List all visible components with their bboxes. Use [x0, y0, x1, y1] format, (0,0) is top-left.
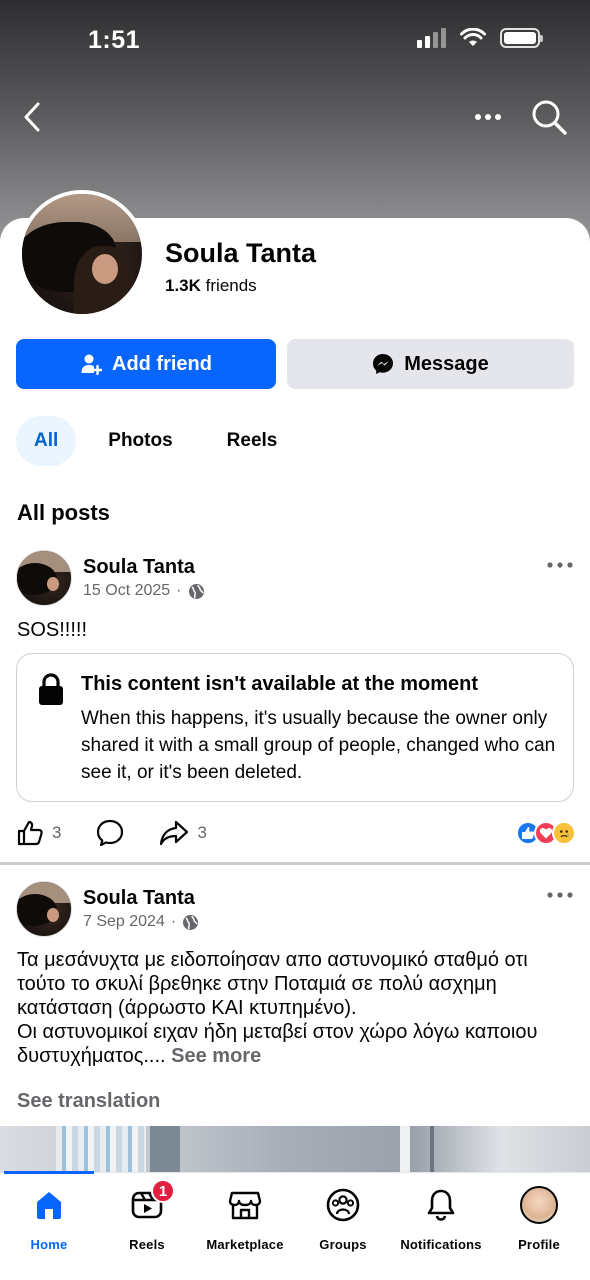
post-divider [0, 862, 590, 865]
like-icon [17, 820, 43, 846]
lock-icon [39, 673, 63, 705]
post-actions: 3 3 [16, 815, 576, 851]
see-more-link[interactable]: See more [171, 1045, 261, 1067]
marketplace-icon [228, 1191, 262, 1220]
add-friend-label: Add friend [112, 352, 212, 375]
status-time: 1:51 [88, 26, 141, 54]
comment-button[interactable] [95, 818, 125, 848]
more-horizontal-icon [475, 114, 501, 120]
add-friend-button[interactable]: Add friend [16, 339, 276, 389]
friends-count-value: 1.3K [165, 276, 201, 295]
post-meta: 7 Sep 2024 · [83, 913, 199, 931]
comment-icon [97, 819, 124, 847]
meta-separator: · [176, 582, 182, 599]
post-text: Τα μεσάνυχτα με ειδοποίησαν απο αστυνομι… [17, 948, 577, 1068]
unavailable-title: This content isn't available at the mome… [81, 673, 479, 695]
see-translation-link[interactable]: See translation [17, 1090, 160, 1113]
post-options-button[interactable] [545, 885, 575, 905]
messenger-icon [373, 354, 394, 374]
reels-badge: 1 [151, 1179, 175, 1203]
bell-icon [427, 1189, 455, 1221]
more-horizontal-icon [547, 562, 573, 568]
tab-photos[interactable]: Photos [86, 416, 194, 466]
like-count: 3 [52, 823, 62, 842]
tab-home[interactable]: Home [0, 1187, 98, 1252]
profile-filter-tabs: All Photos Reels [16, 416, 299, 466]
post-author-name[interactable]: Soula Tanta [83, 556, 195, 579]
battery-icon [500, 28, 543, 48]
profile-avatar[interactable] [18, 190, 146, 318]
active-tab-indicator [4, 1171, 94, 1174]
share-count: 3 [197, 823, 207, 842]
tab-label: Profile [518, 1237, 560, 1252]
groups-icon [326, 1188, 360, 1222]
chevron-left-icon [24, 102, 40, 132]
tab-reels[interactable]: Reels [205, 416, 300, 466]
tab-label: Marketplace [206, 1237, 284, 1252]
friends-count[interactable]: 1.3K friends [165, 276, 257, 296]
more-options-button[interactable] [470, 104, 506, 130]
like-button[interactable]: 3 [16, 819, 61, 847]
profile-name: Soula Tanta [165, 238, 317, 268]
reaction-summary[interactable] [516, 821, 576, 845]
post-meta: 15 Oct 2025 · [83, 582, 205, 600]
share-button[interactable]: 3 [159, 819, 207, 847]
post-options-button[interactable] [545, 555, 575, 575]
post-body: Τα μεσάνυχτα με ειδοποίησαν απο αστυνομι… [17, 949, 538, 1067]
tab-label: Groups [319, 1237, 367, 1252]
post-photo[interactable] [0, 1126, 590, 1176]
post-text: SOS!!!!! [17, 619, 88, 641]
unavailable-content-card: This content isn't available at the mome… [16, 653, 574, 802]
tab-label: Reels [129, 1237, 165, 1252]
post-author-name[interactable]: Soula Tanta [83, 887, 195, 910]
cellular-signal-icon [417, 28, 446, 48]
tab-reels[interactable]: 1 Reels [98, 1179, 196, 1252]
unavailable-body: When this happens, it's usually because … [81, 708, 556, 783]
tab-groups[interactable]: Groups [294, 1187, 392, 1252]
post-author-avatar[interactable] [16, 550, 72, 606]
add-person-icon [81, 354, 102, 375]
meta-separator: · [170, 913, 177, 930]
post-date[interactable]: 7 Sep 2024 [83, 913, 165, 931]
home-icon [37, 1192, 61, 1219]
post-date[interactable]: 15 Oct 2025 [83, 582, 170, 600]
globe-icon [183, 914, 199, 930]
message-label: Message [404, 352, 489, 375]
friends-count-label: friends [205, 276, 257, 295]
tab-marketplace[interactable]: Marketplace [196, 1187, 294, 1252]
back-button[interactable] [18, 100, 48, 134]
tab-all[interactable]: All [16, 416, 77, 466]
profile-avatar-thumbnail [520, 1186, 558, 1224]
bottom-tab-bar: Home 1 Reels Marketplace Groups Notifica… [0, 1171, 590, 1280]
share-icon [160, 820, 189, 846]
more-horizontal-icon [547, 892, 573, 898]
tab-label: Home [30, 1237, 68, 1252]
message-button[interactable]: Message [287, 339, 574, 389]
search-icon [532, 100, 567, 135]
status-bar: 1:51 [0, 0, 590, 80]
sad-reaction-icon [552, 821, 576, 845]
globe-icon [188, 583, 204, 599]
tab-label: Notifications [400, 1237, 482, 1252]
section-title: All posts [17, 500, 110, 525]
tab-notifications[interactable]: Notifications [392, 1187, 490, 1252]
wifi-icon [460, 28, 486, 46]
search-button[interactable] [530, 98, 568, 136]
post-author-avatar[interactable] [16, 881, 72, 937]
tab-profile[interactable]: Profile [490, 1186, 588, 1252]
